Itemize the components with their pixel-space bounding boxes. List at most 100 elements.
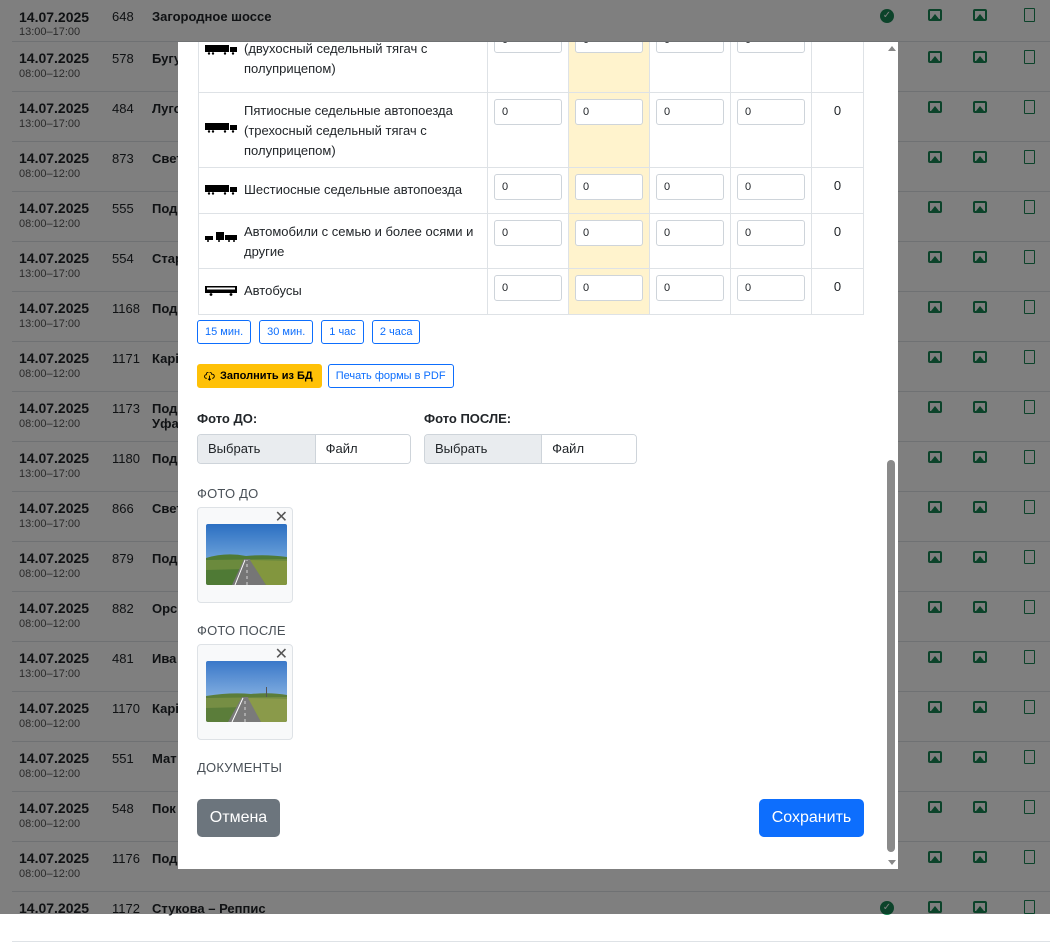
action-row: Заполнить из БД Печать формы в PDF [197, 364, 454, 388]
vehicle-count-input[interactable] [737, 174, 805, 200]
vehicle-count-table: (двухосный седельный тягач с полуприцепо… [198, 42, 864, 315]
vehicle-count-input[interactable] [575, 99, 643, 125]
road-photo[interactable] [206, 524, 287, 585]
photo-after-file-input[interactable]: Выбрать файлы Файл ...бран [424, 434, 637, 464]
sum-cell [811, 42, 864, 93]
truck-icon [205, 45, 237, 55]
count-cell [649, 167, 731, 214]
photo-before-label: Фото ДО: [197, 411, 258, 426]
vehicle-row: Пятиосные седельные автопоезда (трехосны… [198, 92, 864, 168]
sum-value: 0 [833, 279, 842, 294]
vehicle-count-input[interactable] [656, 220, 724, 246]
truck-icon [205, 123, 237, 133]
photo-after-label: Фото ПОСЛЕ: [424, 411, 512, 426]
vehicle-count-input[interactable] [656, 174, 724, 200]
save-button[interactable]: Сохранить [759, 799, 864, 837]
vehicle-row: Шестиосные седельные автопоезда 0 [198, 167, 864, 214]
sum-value: 0 [833, 224, 842, 239]
vehicle-row: (двухосный седельный тягач с полуприцепо… [198, 42, 864, 93]
fill-from-db-button[interactable]: Заполнить из БД [197, 364, 322, 388]
vehicle-type-label: (двухосный седельный тягач с полуприцепо… [244, 42, 428, 76]
vehicle-type-cell: Автомобили с семью и более осями и други… [198, 213, 488, 269]
vehicle-count-input[interactable] [656, 275, 724, 301]
scroll-up-arrow-icon[interactable] [888, 46, 896, 51]
vehicle-count-input[interactable] [737, 42, 805, 53]
count-cell [568, 213, 650, 269]
vehicle-type-cell: Автобусы [198, 268, 488, 315]
vehicle-count-input[interactable] [656, 42, 724, 53]
count-cell [649, 42, 731, 93]
edit-modal: (двухосный седельный тягач с полуприцепо… [178, 42, 898, 869]
print-pdf-button[interactable]: Печать формы в PDF [327, 364, 454, 388]
vehicle-count-input[interactable] [494, 220, 562, 246]
vehicle-count-input[interactable] [494, 275, 562, 301]
vehicle-type-cell: Пятиосные седельные автопоезда (трехосны… [198, 92, 488, 168]
scrollbar-thumb[interactable] [887, 460, 895, 852]
vehicle-count-input[interactable] [737, 220, 805, 246]
vehicle-row: Автомобили с семью и более осями и други… [198, 213, 864, 269]
cancel-button[interactable]: Отмена [197, 799, 280, 837]
count-cell [487, 42, 569, 93]
documents-section-title: ДОКУМЕНТЫ [197, 760, 283, 775]
file-name-text: Файл ...бран [542, 435, 636, 463]
vehicle-type-cell: Шестиосные седельные автопоезда [198, 167, 488, 214]
vehicle-count-input[interactable] [575, 174, 643, 200]
truck-icon [205, 232, 237, 242]
vehicle-type-label: Автобусы [244, 283, 302, 298]
choose-files-button[interactable]: Выбрать файлы [425, 435, 543, 463]
choose-files-button[interactable]: Выбрать файлы [198, 435, 316, 463]
file-name-text: Файл ...бран [315, 435, 410, 463]
vehicle-type-label: Шестиосные седельные автопоезда [244, 182, 463, 197]
modal-scrollbar[interactable] [884, 42, 898, 869]
cloud-download-icon [204, 371, 215, 381]
truck-icon [205, 185, 237, 195]
photo-before-section-title: ФОТО ДО [197, 486, 259, 501]
vehicle-count-input[interactable] [494, 99, 562, 125]
truck-icon [205, 286, 237, 296]
photo-before-thumbnail: ✕ [197, 507, 293, 603]
sum-cell: 0 [811, 167, 864, 214]
sum-value [812, 42, 863, 49]
count-cell [568, 268, 650, 315]
count-cell [649, 213, 731, 269]
interval-1h-button[interactable]: 1 час [321, 320, 364, 344]
count-cell [568, 167, 650, 214]
vehicle-count-input[interactable] [494, 174, 562, 200]
interval-buttons: 15 мин. 30 мин. 1 час 2 часа [197, 320, 421, 344]
count-cell [730, 167, 812, 214]
interval-30min-button[interactable]: 30 мин. [259, 320, 314, 344]
count-cell [487, 213, 569, 269]
sum-value: 0 [833, 103, 842, 118]
modal-body: (двухосный седельный тягач с полуприцепо… [178, 42, 884, 869]
vehicle-count-input[interactable] [575, 220, 643, 246]
interval-15min-button[interactable]: 15 мин. [197, 320, 252, 344]
interval-2h-button[interactable]: 2 часа [371, 320, 421, 344]
vehicle-count-input[interactable] [656, 99, 724, 125]
count-cell [649, 92, 731, 168]
count-cell [730, 92, 812, 168]
count-cell [568, 92, 650, 168]
vehicle-count-input[interactable] [737, 275, 805, 301]
vehicle-count-input[interactable] [737, 99, 805, 125]
count-cell [487, 92, 569, 168]
count-cell [649, 268, 731, 315]
sum-cell: 0 [811, 92, 864, 168]
photo-after-section-title: ФОТО ПОСЛЕ [197, 623, 286, 638]
count-cell [730, 268, 812, 315]
vehicle-count-input[interactable] [575, 42, 643, 53]
vehicle-type-cell: (двухосный седельный тягач с полуприцепо… [198, 42, 488, 93]
sum-value: 0 [833, 178, 842, 193]
count-cell [730, 213, 812, 269]
count-cell [730, 42, 812, 93]
count-cell [487, 167, 569, 214]
vehicle-count-input[interactable] [494, 42, 562, 53]
sum-cell: 0 [811, 213, 864, 269]
road-photo[interactable] [206, 661, 287, 722]
count-cell [568, 42, 650, 93]
scroll-down-arrow-icon[interactable] [888, 860, 896, 865]
vehicle-count-input[interactable] [575, 275, 643, 301]
vehicle-type-label: Пятиосные седельные автопоезда (трехосны… [244, 103, 453, 158]
photo-before-file-input[interactable]: Выбрать файлы Файл ...бран [197, 434, 411, 464]
fill-from-db-label: Заполнить из БД [220, 370, 313, 382]
photo-after-thumbnail: ✕ [197, 644, 293, 740]
